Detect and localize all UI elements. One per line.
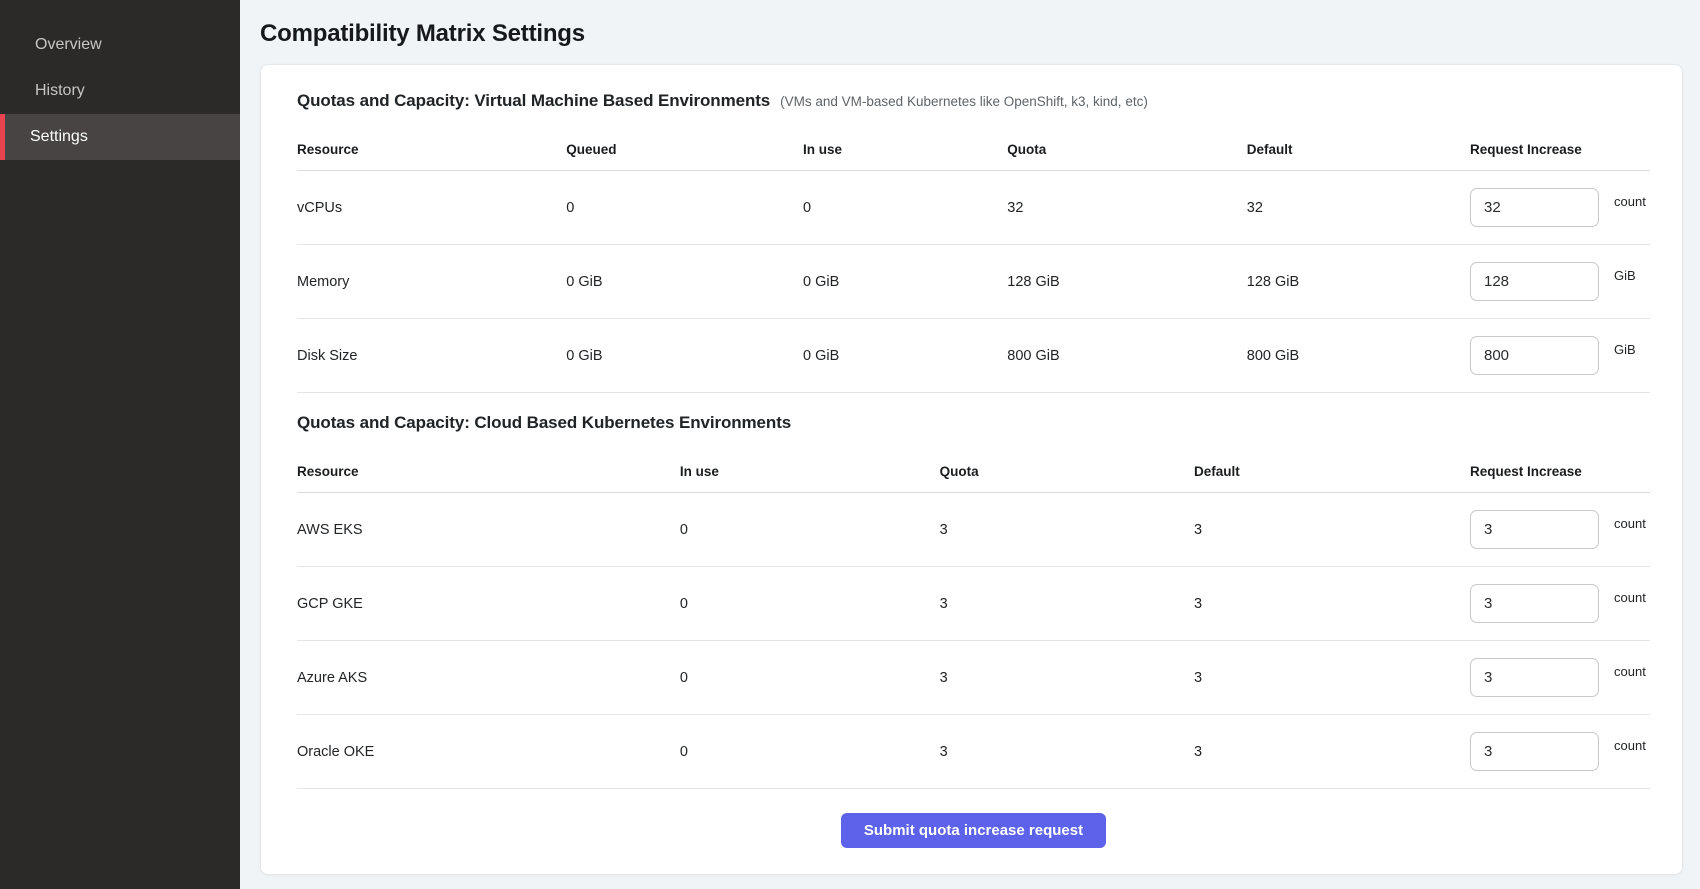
sidebar-item-overview[interactable]: Overview [0,22,240,68]
table-row-memory: Memory 0 GiB 0 GiB 128 GiB 128 GiB GiB [297,245,1650,319]
cell-resource: AWS EKS [297,522,680,538]
app-window: Overview History Settings Compatibility … [0,0,1700,889]
sidebar-item-settings[interactable]: Settings [0,114,240,160]
request-increase-group: count [1470,188,1650,227]
table-row-disk-size: Disk Size 0 GiB 0 GiB 800 GiB 800 GiB Gi… [297,319,1650,393]
column-header-in-use: In use [680,464,940,479]
sidebar: Overview History Settings [0,0,240,889]
request-increase-group: count [1470,584,1650,623]
cell-in-use: 0 [680,744,940,760]
cell-quota: 32 [1007,200,1246,216]
cell-resource: Oracle OKE [297,744,680,760]
azure-aks-request-increase-input[interactable] [1470,658,1599,697]
unit-label: count [1614,664,1646,679]
cell-default: 3 [1194,522,1470,538]
cell-resource: Disk Size [297,348,566,364]
cell-in-use: 0 GiB [803,348,1007,364]
cell-quota: 3 [940,670,1194,686]
cell-quota: 3 [940,522,1194,538]
section-header: Quotas and Capacity: Virtual Machine Bas… [297,91,1650,111]
aws-eks-request-increase-input[interactable] [1470,510,1599,549]
sidebar-item-label: Settings [30,128,88,146]
column-header-resource: Resource [297,142,566,157]
settings-card: Quotas and Capacity: Virtual Machine Bas… [260,64,1683,875]
section-header: Quotas and Capacity: Cloud Based Kuberne… [297,413,1650,433]
unit-label: count [1614,590,1646,605]
cell-quota: 3 [940,744,1194,760]
unit-label: count [1614,194,1646,209]
cell-in-use: 0 GiB [803,274,1007,290]
cell-in-use: 0 [680,522,940,538]
cell-resource: Azure AKS [297,670,680,686]
sidebar-item-label: History [35,82,85,100]
column-header-default: Default [1194,464,1470,479]
cell-resource: Memory [297,274,566,290]
submit-quota-increase-button[interactable]: Submit quota increase request [841,813,1106,848]
cell-default: 3 [1194,596,1470,612]
table-row-gcp-gke: GCP GKE 0 3 3 count [297,567,1650,641]
cell-in-use: 0 [680,670,940,686]
main-content: Compatibility Matrix Settings Quotas and… [240,0,1700,889]
sidebar-item-history[interactable]: History [0,68,240,114]
column-header-queued: Queued [566,142,803,157]
cell-queued: 0 [566,200,803,216]
cell-in-use: 0 [803,200,1007,216]
request-increase-group: count [1470,732,1650,771]
section-vm-environments: Quotas and Capacity: Virtual Machine Bas… [297,91,1650,393]
unit-label: count [1614,516,1646,531]
cell-quota: 128 GiB [1007,274,1246,290]
disk-size-request-increase-input[interactable] [1470,336,1599,375]
cell-resource: GCP GKE [297,596,680,612]
table-header-row: Resource In use Quota Default Request In… [297,451,1650,493]
cell-queued: 0 GiB [566,348,803,364]
table-header-row: Resource Queued In use Quota Default Req… [297,129,1650,171]
column-header-in-use: In use [803,142,1007,157]
request-increase-group: GiB [1470,262,1650,301]
request-increase-group: GiB [1470,336,1650,375]
oracle-oke-request-increase-input[interactable] [1470,732,1599,771]
section-subtitle: (VMs and VM-based Kubernetes like OpenSh… [780,94,1148,109]
page-title: Compatibility Matrix Settings [260,20,1683,48]
section-title: Quotas and Capacity: Virtual Machine Bas… [297,91,770,111]
cell-quota: 3 [940,596,1194,612]
cell-quota: 800 GiB [1007,348,1246,364]
table-row-aws-eks: AWS EKS 0 3 3 count [297,493,1650,567]
submit-row: Submit quota increase request [297,789,1650,848]
table-row-oracle-oke: Oracle OKE 0 3 3 count [297,715,1650,789]
sidebar-item-label: Overview [35,36,102,54]
cell-queued: 0 GiB [566,274,803,290]
cell-default: 32 [1247,200,1470,216]
unit-label: GiB [1614,268,1636,283]
memory-request-increase-input[interactable] [1470,262,1599,301]
section-title: Quotas and Capacity: Cloud Based Kuberne… [297,413,791,433]
cell-resource: vCPUs [297,200,566,216]
unit-label: count [1614,738,1646,753]
vcpus-request-increase-input[interactable] [1470,188,1599,227]
section-cloud-k8s-environments: Quotas and Capacity: Cloud Based Kuberne… [297,413,1650,789]
column-header-request-increase: Request Increase [1470,142,1650,157]
request-increase-group: count [1470,658,1650,697]
gcp-gke-request-increase-input[interactable] [1470,584,1599,623]
column-header-default: Default [1247,142,1470,157]
table-row-azure-aks: Azure AKS 0 3 3 count [297,641,1650,715]
unit-label: GiB [1614,342,1636,357]
cell-default: 3 [1194,670,1470,686]
column-header-request-increase: Request Increase [1470,464,1650,479]
column-header-resource: Resource [297,464,680,479]
table-row-vcpus: vCPUs 0 0 32 32 count [297,171,1650,245]
cell-in-use: 0 [680,596,940,612]
cell-default: 800 GiB [1247,348,1470,364]
column-header-quota: Quota [940,464,1194,479]
cell-default: 3 [1194,744,1470,760]
cell-default: 128 GiB [1247,274,1470,290]
column-header-quota: Quota [1007,142,1246,157]
request-increase-group: count [1470,510,1650,549]
